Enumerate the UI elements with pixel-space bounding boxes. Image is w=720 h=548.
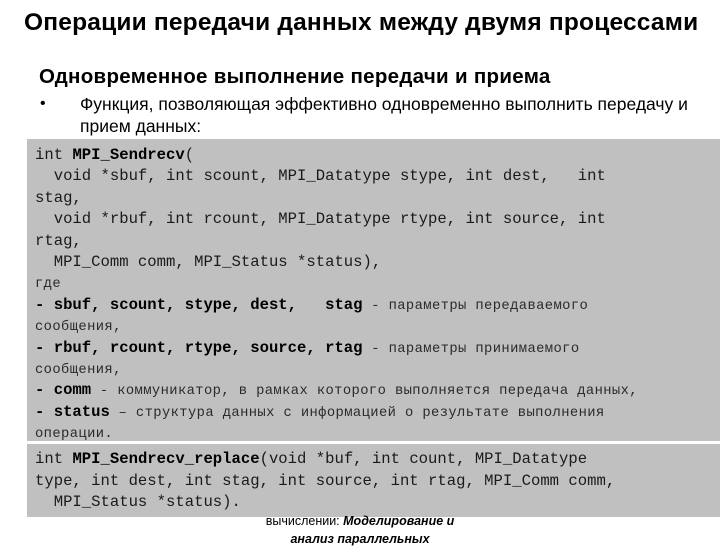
code-line: - comm - коммуникатор, в рамках которого… (35, 380, 712, 401)
code-text: type, int dest, int stag, int source, in… (35, 471, 616, 490)
code-description: операции. (35, 427, 114, 443)
code-description: где (35, 277, 62, 293)
code-line: int MPI_Sendrecv_replace(void *buf, int … (35, 449, 712, 471)
bullet-text: Функция, позволяющая эффективно одноврем… (80, 94, 688, 136)
code-line: type, int dest, int stag, int source, in… (35, 471, 712, 493)
code-text: int (35, 146, 73, 164)
code-block-mpi-sendrecv-replace: int MPI_Sendrecv_replace(void *buf, int … (27, 444, 720, 517)
code-text: MPI_Comm comm, MPI_Status *status), (35, 252, 382, 271)
code-text: (void *buf, int count, MPI_Datatype (259, 450, 588, 468)
code-description: - параметры передаваемого (362, 298, 589, 314)
footer-line-1: вычислении: Моделирование и (0, 512, 720, 530)
code-keyword: - status (35, 402, 110, 421)
code-block-mpi-sendrecv: int MPI_Sendrecv( void *sbuf, int scount… (27, 139, 720, 444)
code-text: ( (184, 146, 195, 164)
bullet-item: • Функция, позволяющая эффективно одновр… (40, 93, 700, 137)
code-text: rtag, (35, 231, 82, 250)
code-line: - rbuf, rcount, rtype, source, rtag - па… (35, 338, 712, 359)
code-keyword: MPI_Sendrecv (72, 146, 185, 164)
code-keyword: - rbuf, rcount, rtype, source, rtag (35, 338, 363, 357)
code-description: – структура данных с информацией о резул… (109, 405, 605, 421)
code-line: где (35, 273, 712, 294)
code-text: void *sbuf, int scount, MPI_Datatype sty… (35, 167, 606, 186)
code-keyword: - sbuf, scount, stype, dest, stag (35, 295, 363, 314)
code-text: stag, (35, 188, 82, 207)
code-line: MPI_Status *status). (35, 492, 712, 514)
code-line: void *rbuf, int rcount, MPI_Datatype rty… (35, 209, 712, 230)
code-keyword: MPI_Sendrecv_replace (72, 450, 260, 468)
footer-text-bold-italic: Моделирование и (343, 514, 455, 528)
code-line: операции. (35, 423, 712, 444)
code-text: int (35, 450, 73, 468)
code-description: сообщения, (35, 320, 122, 336)
slide-subtitle: Одновременное выполнение передачи и прие… (39, 65, 551, 88)
code-line: - sbuf, scount, stype, dest, stag - пара… (35, 295, 712, 316)
code-text: MPI_Status *status). (35, 493, 241, 511)
code-description: сообщения, (35, 362, 122, 378)
code-description: - коммуникатор, в рамках которого выполн… (91, 384, 638, 400)
code-line: сообщения, (35, 316, 712, 337)
bullet-icon: • (40, 95, 46, 112)
code-line: - status – структура данных с информацие… (35, 402, 712, 423)
footer-line-2: анализ параллельных (290, 532, 430, 546)
code-keyword: - comm (35, 381, 92, 400)
code-line: rtag, (35, 231, 712, 252)
code-text: void *rbuf, int rcount, MPI_Datatype rty… (35, 210, 606, 229)
code-description: - параметры принимаемого (362, 341, 580, 357)
code-line: int MPI_Sendrecv( (35, 145, 712, 166)
code-line: сообщения, (35, 359, 712, 380)
code-line: void *sbuf, int scount, MPI_Datatype sty… (35, 166, 712, 187)
code-line: stag, (35, 188, 712, 209)
slide-footer: вычислении: Моделирование и анализ парал… (0, 512, 720, 548)
slide-title: Операции передачи данных между двумя про… (24, 9, 699, 36)
code-line: MPI_Comm comm, MPI_Status *status), (35, 252, 712, 273)
footer-text-regular: вычислении: (265, 514, 344, 528)
